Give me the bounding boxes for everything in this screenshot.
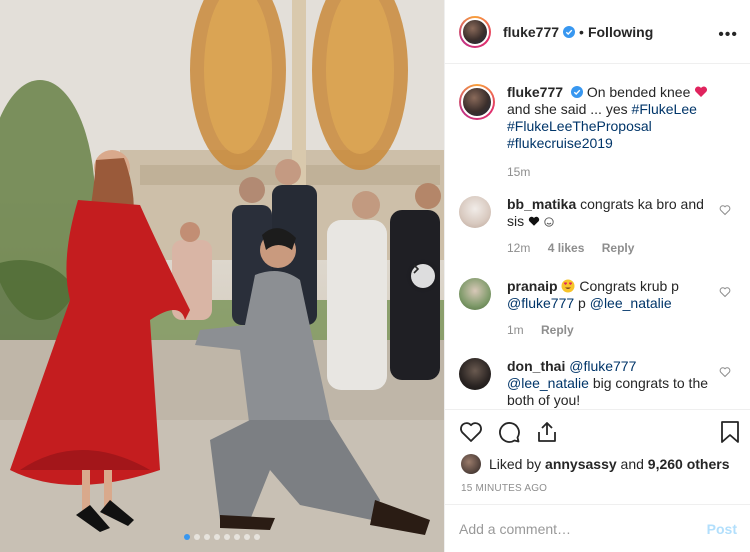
avatar[interactable] <box>459 278 491 310</box>
caption-time: 15m <box>507 165 531 179</box>
carousel-dot <box>234 534 240 540</box>
carousel-dot <box>204 534 210 540</box>
caption-username[interactable]: fluke777 <box>507 84 563 100</box>
like-heart-icon[interactable] <box>459 420 483 444</box>
mention-link[interactable]: @fluke777 <box>569 358 636 374</box>
comment-username[interactable]: bb_matika <box>507 196 576 212</box>
verified-badge-icon <box>570 86 583 98</box>
comments-list: fluke777 On bended knee and she said ...… <box>445 64 750 409</box>
comment-item: don_thai @fluke777 @lee_natalie big cong… <box>459 358 739 409</box>
add-comment-bar: Post <box>445 504 750 552</box>
like-comment-heart-icon[interactable] <box>719 366 731 378</box>
separator-dot: • <box>579 23 584 40</box>
post-photo[interactable] <box>0 0 444 552</box>
carousel-dot <box>224 534 230 540</box>
comment-body: bb_matika congrats ka bro and sis 12m 4 … <box>507 196 717 257</box>
comment-time: 12m <box>507 241 531 255</box>
carousel-dot <box>244 534 250 540</box>
avatar[interactable] <box>461 454 481 474</box>
caption-text: On bended knee <box>586 84 691 100</box>
caption-body: fluke777 On bended knee and she said ...… <box>507 84 732 181</box>
liked-by-prefix: Liked by <box>489 456 542 472</box>
avatar[interactable] <box>459 358 491 390</box>
comment-text-2: p <box>578 295 586 311</box>
reply-button[interactable]: Reply <box>602 241 635 255</box>
carousel-indicator <box>0 534 444 540</box>
comment-item: bb_matika congrats ka bro and sis 12m 4 … <box>459 196 739 257</box>
mention-link[interactable]: @lee_natalie <box>590 295 672 311</box>
verified-badge-icon <box>563 25 576 38</box>
proposal-photo-illustration <box>0 0 444 552</box>
comment-username[interactable]: pranaip <box>507 278 558 294</box>
comment-text: Congrats krub p <box>579 278 679 294</box>
save-bookmark-icon[interactable] <box>719 420 741 444</box>
action-icons <box>459 420 559 444</box>
caption: fluke777 On bended knee and she said ...… <box>459 84 739 181</box>
comment-bubble-icon[interactable] <box>497 420 521 444</box>
carousel-dot <box>184 534 190 540</box>
post-comment-button[interactable]: Post <box>707 521 737 537</box>
comment-meta: 12m 4 likes Reply <box>507 240 717 257</box>
heart-eyes-emoji-icon <box>561 279 575 293</box>
post-header: fluke777 • Following ••• <box>445 0 750 64</box>
caption-text-2: and she said ... yes <box>507 101 628 117</box>
liked-by-and: and <box>620 456 644 472</box>
share-icon[interactable] <box>535 420 559 444</box>
smile-emoji-icon <box>544 217 554 227</box>
avatar[interactable] <box>459 84 495 120</box>
comment-time: 1m <box>507 323 524 337</box>
mention-link[interactable]: @fluke777 <box>507 295 574 311</box>
liked-by-others[interactable]: 9,260 others <box>648 456 730 472</box>
liked-by-user[interactable]: annysassy <box>545 456 617 472</box>
like-comment-heart-icon[interactable] <box>719 204 731 216</box>
red-heart-emoji-icon <box>695 86 708 97</box>
mention-link[interactable]: @lee_natalie <box>507 375 589 391</box>
liked-by: Liked by annysassy and 9,260 others <box>461 454 730 474</box>
reply-button[interactable]: Reply <box>541 323 574 337</box>
chevron-right-icon <box>413 264 420 274</box>
hashtag-link[interactable]: #flukecruise2019 <box>507 135 613 151</box>
hashtag-link[interactable]: #FlukeLee <box>632 101 697 117</box>
add-comment-input[interactable] <box>459 520 707 537</box>
post-timestamp: 15 MINUTES AGO <box>461 483 548 494</box>
comment-meta: 1m Reply <box>507 322 717 339</box>
comment-likes[interactable]: 4 likes <box>548 241 585 255</box>
comment-username[interactable]: don_thai <box>507 358 565 374</box>
following-button[interactable]: Following <box>588 24 653 40</box>
like-comment-heart-icon[interactable] <box>719 286 731 298</box>
carousel-next-button[interactable] <box>411 264 435 288</box>
hashtag-link[interactable]: #FlukeLeeTheProposal <box>507 118 652 134</box>
carousel-dot <box>194 534 200 540</box>
carousel-dot <box>254 534 260 540</box>
more-options-icon[interactable]: ••• <box>718 26 738 44</box>
comment-body: don_thai @fluke777 @lee_natalie big cong… <box>507 358 717 409</box>
caption-meta: 15m <box>507 164 732 181</box>
avatar[interactable] <box>459 15 491 48</box>
avatar[interactable] <box>459 196 491 228</box>
black-heart-emoji-icon <box>528 216 540 226</box>
post-side-panel: fluke777 • Following ••• fluke777 On ben… <box>444 0 750 552</box>
carousel-dot <box>214 534 220 540</box>
comment-body: pranaip Congrats krub p @fluke777 p @lee… <box>507 278 717 339</box>
header-username[interactable]: fluke777 <box>503 24 559 40</box>
comment-item: pranaip Congrats krub p @fluke777 p @lee… <box>459 278 739 339</box>
